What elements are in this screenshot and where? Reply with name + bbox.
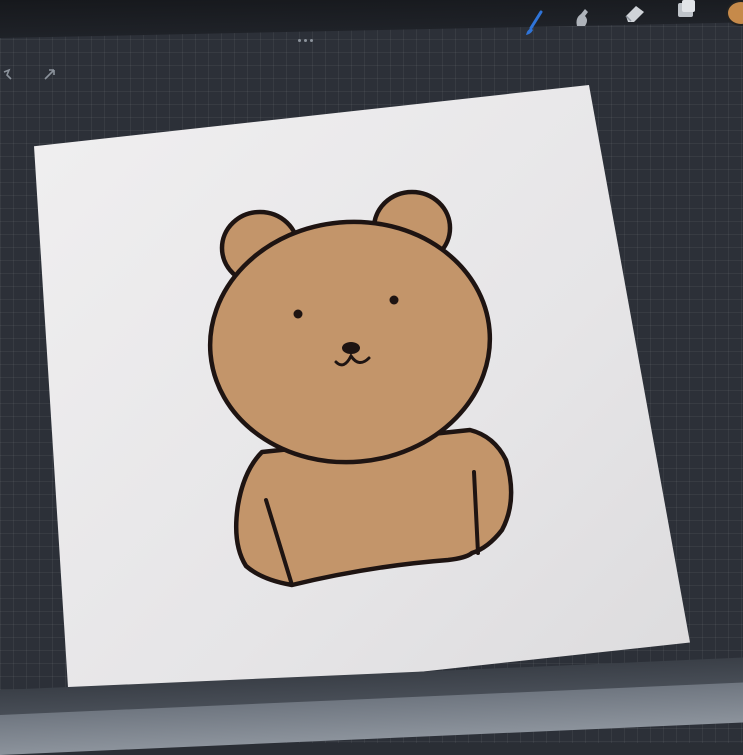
bear-eye-left [293, 309, 303, 319]
bear-eye-right [389, 295, 399, 305]
bear-nose [342, 342, 360, 354]
bear-drawing [207, 189, 514, 588]
